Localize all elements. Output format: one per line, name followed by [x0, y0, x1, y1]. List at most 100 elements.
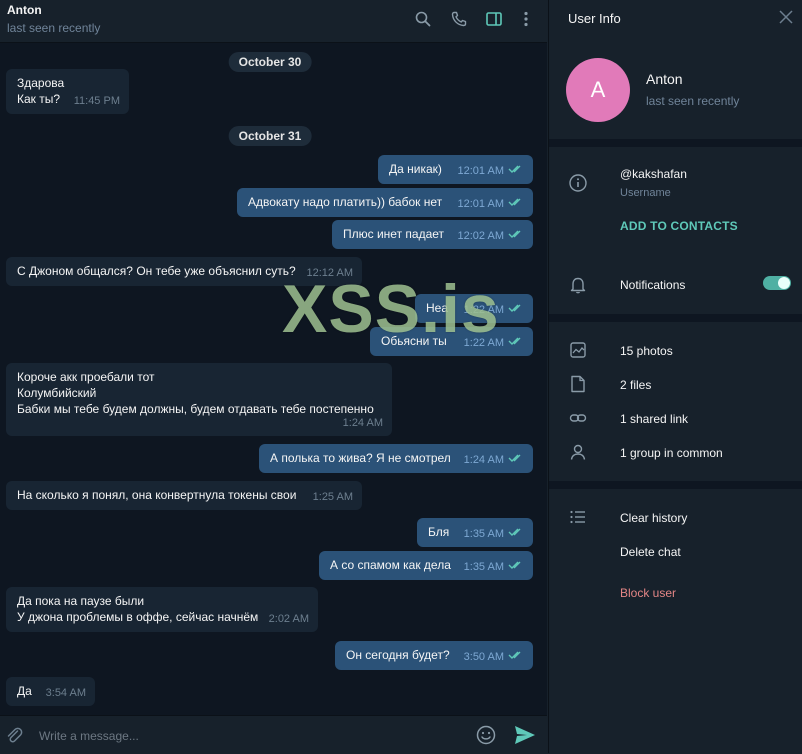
add-to-contacts-button[interactable]: ADD TO CONTACTS — [620, 219, 738, 233]
message-outgoing[interactable]: А со спамом как дела 1:35 AM — [319, 551, 533, 580]
user-info-panel: User Info A Anton last seen recently @ka… — [548, 0, 802, 753]
emoji-icon[interactable] — [476, 725, 496, 750]
message-time-label: 12:01 AM — [457, 165, 504, 177]
read-receipt-icon — [508, 452, 524, 468]
username-label: Username — [620, 187, 671, 199]
message-meta: 1:35 AM — [464, 559, 524, 575]
link-icon — [569, 409, 587, 427]
photos-icon — [569, 341, 587, 359]
avatar[interactable]: A — [566, 58, 630, 122]
chat-status: last seen recently — [7, 21, 101, 35]
sidebar-toggle-icon[interactable] — [484, 9, 504, 29]
read-receipt-icon — [508, 526, 524, 542]
search-icon[interactable] — [413, 9, 433, 29]
message-outgoing[interactable]: Да никак) 12:01 AM — [378, 155, 533, 184]
message-time-label: 2:02 AM — [268, 613, 309, 625]
section-divider — [549, 481, 802, 489]
chat-pane: Anton last seen recently October 30 Здар… — [0, 0, 547, 754]
message-time: 12:12 AM — [307, 265, 353, 281]
message-time-label: 1:24 AM — [342, 417, 383, 429]
read-receipt-icon — [508, 228, 524, 244]
message-outgoing[interactable]: Бля 1:35 AM — [417, 518, 533, 547]
close-icon[interactable] — [779, 10, 793, 29]
message-incoming[interactable]: Здарова Как ты? 11:45 PM — [6, 69, 129, 114]
message-incoming[interactable]: С Джоном общался? Он тебе уже объяснил с… — [6, 257, 362, 286]
message-meta: 1:24 AM — [464, 452, 524, 468]
send-icon[interactable] — [514, 725, 536, 750]
message-time-label: 1:35 AM — [463, 561, 504, 573]
bell-icon — [569, 276, 587, 294]
delete-chat-button[interactable]: Delete chat — [620, 545, 681, 559]
read-receipt-icon — [508, 335, 524, 351]
message-outgoing[interactable]: Обьясни ты 1:22 AM — [370, 327, 533, 356]
photos-count[interactable]: 15 photos — [620, 344, 673, 358]
message-time: 1:25 AM — [313, 489, 353, 505]
shared-links-count[interactable]: 1 shared link — [620, 412, 688, 426]
info-icon — [569, 174, 587, 192]
message-incoming[interactable]: Короче акк проебали тот Колумбийский Баб… — [6, 363, 392, 436]
read-receipt-icon — [508, 196, 524, 212]
message-text: Да пока на паузе были У джона проблемы в… — [17, 594, 259, 624]
groups-in-common[interactable]: 1 group in common — [620, 446, 723, 460]
section-divider — [549, 139, 802, 147]
more-menu-icon[interactable] — [516, 9, 536, 29]
message-meta: 12:02 AM — [458, 228, 524, 244]
chat-header: Anton last seen recently — [0, 0, 547, 43]
message-incoming[interactable]: Да пока на паузе были У джона проблемы в… — [6, 587, 318, 632]
message-meta: 12:01 AM — [458, 163, 524, 179]
read-receipt-icon — [508, 559, 524, 575]
notifications-label: Notifications — [620, 278, 686, 292]
message-incoming[interactable]: На сколько я понял, она конвертнула токе… — [6, 481, 362, 510]
message-time-label: 11:45 PM — [73, 95, 120, 107]
toggle-knob — [778, 277, 790, 289]
username-value[interactable]: @kakshafan — [620, 167, 687, 181]
message-meta: 12:01 AM — [458, 196, 524, 212]
block-user-button[interactable]: Block user — [620, 586, 676, 600]
message-incoming[interactable]: Да 3:54 AM — [6, 677, 95, 706]
message-time-label: 1:35 AM — [463, 528, 504, 540]
message-list[interactable]: October 30 Здарова Как ты? 11:45 PM Octo… — [0, 43, 547, 715]
read-receipt-icon — [508, 302, 524, 318]
phone-icon[interactable] — [449, 9, 469, 29]
date-separator: October 30 — [228, 52, 312, 72]
message-outgoing[interactable]: Адвокату надо платить)) бабок нет 12:01 … — [237, 188, 533, 217]
message-time-label: 1:22 AM — [463, 337, 504, 349]
message-outgoing[interactable]: А полька то жива? Я не смотрел 1:24 AM — [259, 444, 533, 473]
date-separator: October 31 — [228, 126, 312, 146]
section-divider — [549, 314, 802, 322]
profile-status: last seen recently — [646, 94, 740, 108]
read-receipt-icon — [508, 163, 524, 179]
message-meta: 1:35 AM — [464, 526, 524, 542]
message-outgoing[interactable]: Он сегодня будет? 3:50 AM — [335, 641, 533, 670]
message-text: На сколько я понял, она конвертнула токе… — [17, 488, 297, 502]
message-time-label: 12:01 AM — [457, 198, 504, 210]
message-time-label: 1:24 AM — [463, 454, 504, 466]
message-text: С Джоном общался? Он тебе уже объяснил с… — [17, 264, 296, 278]
message-meta: 3:50 AM — [464, 649, 524, 665]
message-outgoing[interactable]: Неа 1:22 AM — [415, 294, 533, 323]
message-time: 2:02 AM — [269, 611, 309, 627]
message-time-label: 1:25 AM — [312, 491, 353, 503]
files-count[interactable]: 2 files — [620, 378, 651, 392]
message-time-label: 12:02 AM — [457, 230, 504, 242]
file-icon — [569, 375, 587, 393]
list-icon — [569, 508, 587, 526]
profile-name: Anton — [646, 71, 683, 87]
message-outgoing[interactable]: Плюс инет падает 12:02 AM — [332, 220, 533, 249]
message-meta: 1:22 AM — [464, 302, 524, 318]
message-time-label: 1:22 AM — [463, 304, 504, 316]
clear-history-button[interactable]: Clear history — [620, 511, 687, 525]
message-time: 3:54 AM — [46, 685, 86, 701]
message-text: Короче акк проебали тот Колумбийский Баб… — [17, 370, 374, 416]
read-receipt-icon — [508, 649, 524, 665]
user-icon — [569, 443, 587, 461]
attach-icon[interactable] — [5, 726, 23, 749]
message-time: 1:24 AM — [343, 415, 383, 431]
panel-title: User Info — [568, 11, 621, 26]
message-input[interactable]: Write a message... — [39, 729, 139, 743]
message-composer: Write a message... — [0, 715, 547, 754]
message-meta: 1:22 AM — [464, 335, 524, 351]
message-time-label: 3:50 AM — [463, 651, 504, 663]
chat-title[interactable]: Anton — [7, 3, 42, 17]
notifications-toggle[interactable] — [763, 276, 791, 290]
